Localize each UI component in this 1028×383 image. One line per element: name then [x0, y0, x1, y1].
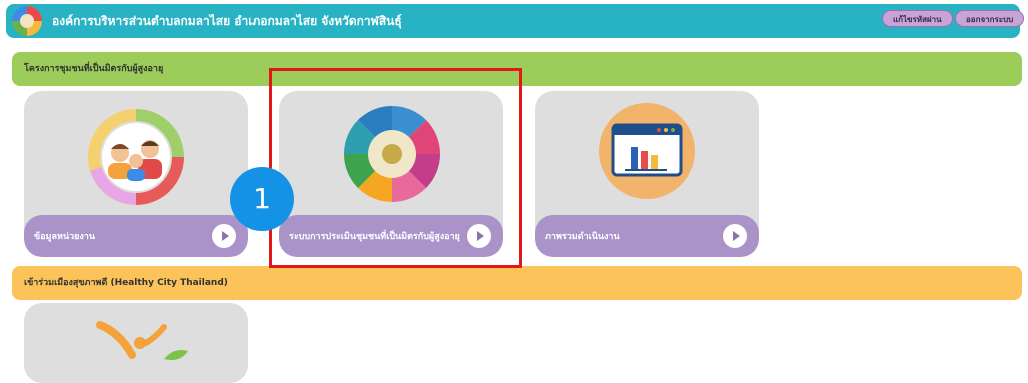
play-icon[interactable]: [723, 224, 747, 248]
change-password-button[interactable]: แก้ไขรหัสผ่าน: [882, 10, 953, 27]
card-healthy-city[interactable]: [24, 303, 248, 383]
logout-button[interactable]: ออกจากระบบ: [955, 10, 1025, 27]
highlight-box: [269, 68, 522, 268]
page-title: องค์การบริหารส่วนตำบลกมลาไสย อำเภอกมลาไส…: [52, 13, 402, 28]
top-bar: องค์การบริหารส่วนตำบลกมลาไสย อำเภอกมลาไส…: [6, 4, 1020, 38]
section-header-healthy-city: เข้าร่วมเมืองสุขภาพดี (Healthy City Thai…: [12, 266, 1022, 300]
card-operation-overview[interactable]: ภาพรวมดำเนินงาน: [535, 91, 759, 257]
card-footer-organization-info[interactable]: ข้อมูลหน่วยงาน: [24, 215, 248, 257]
bar-chart-window-icon: [599, 103, 695, 199]
people-donut-icon: [88, 109, 184, 205]
step-marker-badge: 1: [230, 167, 294, 231]
card-footer-operation-overview[interactable]: ภาพรวมดำเนินงาน: [535, 215, 759, 257]
card-organization-info[interactable]: ข้อมูลหน่วยงาน: [24, 91, 248, 257]
healthy-person-leaf-icon: [96, 321, 188, 360]
org-logo-icon: [12, 6, 42, 36]
card-label: ข้อมูลหน่วยงาน: [34, 232, 96, 242]
card-label: ภาพรวมดำเนินงาน: [545, 232, 620, 242]
play-icon[interactable]: [212, 224, 236, 248]
